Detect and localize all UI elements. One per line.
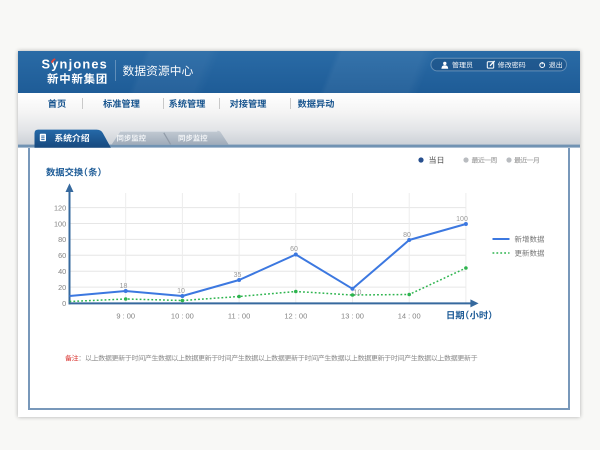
svg-text:60: 60 bbox=[58, 251, 66, 260]
svg-text:Synjones: Synjones bbox=[42, 57, 109, 72]
svg-text:9 : 00: 9 : 00 bbox=[116, 312, 135, 321]
svg-text:11 : 00: 11 : 00 bbox=[228, 312, 250, 321]
svg-text:18: 18 bbox=[120, 283, 128, 290]
svg-text:13 : 00: 13 : 00 bbox=[341, 312, 364, 321]
svg-text:20: 20 bbox=[58, 283, 66, 292]
svg-text:80: 80 bbox=[58, 235, 66, 244]
svg-text:10: 10 bbox=[177, 288, 185, 295]
svg-text:10: 10 bbox=[354, 290, 362, 297]
svg-text:40: 40 bbox=[58, 267, 66, 276]
svg-text:14 : 00: 14 : 00 bbox=[398, 312, 421, 321]
svg-text:12 : 00: 12 : 00 bbox=[284, 312, 307, 321]
svg-text:10 : 00: 10 : 00 bbox=[171, 312, 194, 321]
svg-text:100: 100 bbox=[54, 219, 66, 228]
svg-text:80: 80 bbox=[403, 232, 411, 239]
svg-text:35: 35 bbox=[234, 272, 242, 279]
svg-text:120: 120 bbox=[54, 203, 66, 212]
svg-text:0: 0 bbox=[62, 299, 66, 308]
svg-text:100: 100 bbox=[456, 216, 468, 223]
svg-text:60: 60 bbox=[290, 246, 298, 253]
